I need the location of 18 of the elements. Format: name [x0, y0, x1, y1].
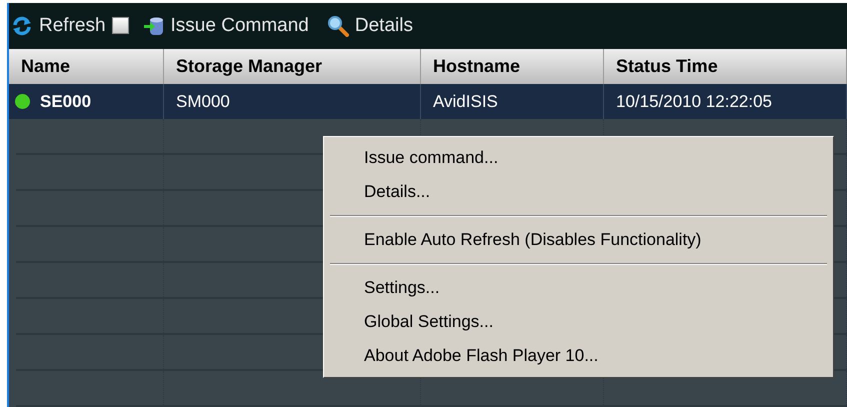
menu-item[interactable]: Settings...	[324, 271, 833, 305]
checkbox[interactable]	[112, 17, 129, 34]
details-button[interactable]: Details	[326, 12, 413, 40]
issue-command-button[interactable]: Issue Command	[142, 12, 309, 40]
table-cell-text: SM000	[176, 90, 230, 113]
menu-item[interactable]: Issue command...	[324, 141, 833, 175]
table-row[interactable]: SE000 SM000 AvidISIS 10/15/2010 12:22:05	[9, 84, 847, 119]
search-icon	[326, 14, 349, 37]
menu-item[interactable]: Details...	[324, 175, 833, 209]
refresh-icon	[11, 14, 33, 37]
menu-item[interactable]: Global Settings...	[324, 305, 833, 339]
database-arrow-icon	[142, 14, 165, 37]
table-cell-text: SE000	[40, 90, 92, 113]
refresh-button[interactable]: Refresh	[11, 12, 106, 40]
menu-item[interactable]: Enable Auto Refresh (Disables Functionality)	[324, 223, 833, 257]
table-cell-text: 10/15/2010 12:22:05	[616, 90, 772, 113]
table-cell-text: AvidISIS	[433, 90, 498, 113]
menu-item[interactable]: About Adobe Flash Player 10...	[324, 339, 833, 373]
